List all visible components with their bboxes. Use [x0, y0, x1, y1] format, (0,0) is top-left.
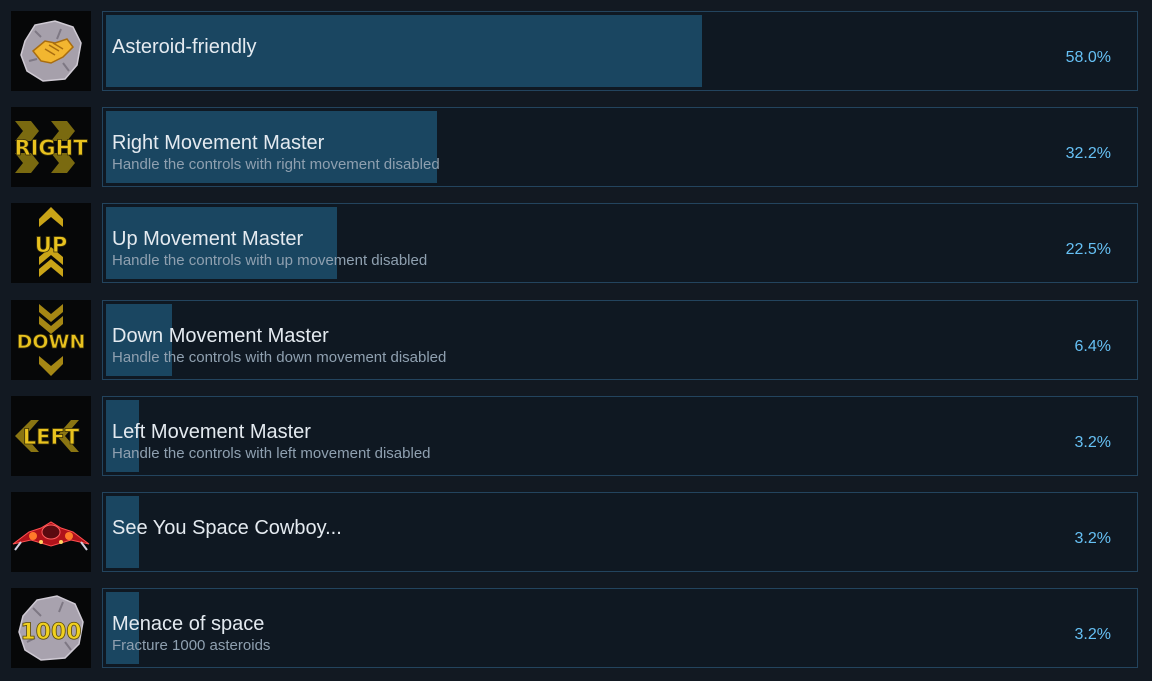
svg-text:RIGHT: RIGHT — [14, 136, 88, 160]
achievement-name: See You Space Cowboy... — [112, 517, 342, 539]
achievement-row[interactable]: 1000 Menace of space Fracture 1000 aster… — [0, 588, 1152, 670]
achievement-row[interactable]: RIGHT Right Movement Master Handle the c… — [0, 107, 1152, 189]
achievement-description: Handle the controls with down movement d… — [112, 349, 447, 366]
achievement-percent: 3.2% — [1074, 434, 1111, 451]
achievement-description: Fracture 1000 asteroids — [112, 637, 271, 654]
achievement-name: Right Movement Master — [112, 132, 325, 154]
achievement-panel: See You Space Cowboy... 3.2% — [102, 492, 1138, 572]
spaceship-icon — [11, 492, 91, 572]
svg-text:DOWN: DOWN — [17, 331, 86, 353]
svg-text:LEFT: LEFT — [23, 425, 80, 449]
achievement-description: Handle the controls with up movement dis… — [112, 252, 428, 269]
achievement-panel: Asteroid-friendly 58.0% — [102, 11, 1138, 91]
achievement-name: Menace of space — [112, 613, 265, 635]
achievement-panel: Down Movement Master Handle the controls… — [102, 300, 1138, 380]
achievement-percent: 22.5% — [1065, 241, 1111, 258]
achievement-name: Up Movement Master — [112, 228, 304, 250]
achievement-panel: Left Movement Master Handle the controls… — [102, 396, 1138, 476]
achievement-description: Handle the controls with right movement … — [112, 156, 440, 173]
svg-text:UP: UP — [35, 233, 67, 257]
achievement-description: Handle the controls with left movement d… — [112, 445, 431, 462]
achievement-percent: 58.0% — [1065, 49, 1111, 66]
achievement-name: Asteroid-friendly — [112, 36, 257, 58]
right-arrows-icon: RIGHT — [11, 107, 91, 187]
achievement-percent: 3.2% — [1074, 530, 1111, 547]
achievement-percent: 32.2% — [1065, 145, 1111, 162]
achievement-panel: Menace of space Fracture 1000 asteroids … — [102, 588, 1138, 668]
achievement-row[interactable]: Asteroid-friendly 58.0% — [0, 11, 1152, 93]
achievement-percent: 6.4% — [1074, 338, 1111, 355]
achievement-list: Asteroid-friendly 58.0% RIGHT Right Move… — [0, 0, 1152, 681]
achievement-row[interactable]: UP Up Movement Master Handle the control… — [0, 203, 1152, 285]
achievement-name: Left Movement Master — [112, 421, 311, 443]
left-arrows-icon: LEFT — [11, 396, 91, 476]
achievement-row[interactable]: See You Space Cowboy... 3.2% — [0, 492, 1152, 574]
achievement-name: Down Movement Master — [112, 325, 329, 347]
up-arrows-icon: UP — [11, 203, 91, 283]
handshake-asteroid-icon — [11, 11, 91, 91]
asteroid-1000-icon: 1000 — [11, 588, 91, 668]
down-arrows-icon: DOWN — [11, 300, 91, 380]
achievement-row[interactable]: DOWN Down Movement Master Handle the con… — [0, 300, 1152, 382]
achievement-percent: 3.2% — [1074, 626, 1111, 643]
svg-text:1000: 1000 — [20, 620, 81, 645]
achievement-panel: Right Movement Master Handle the control… — [102, 107, 1138, 187]
achievement-panel: Up Movement Master Handle the controls w… — [102, 203, 1138, 283]
achievement-row[interactable]: LEFT Left Movement Master Handle the con… — [0, 396, 1152, 478]
